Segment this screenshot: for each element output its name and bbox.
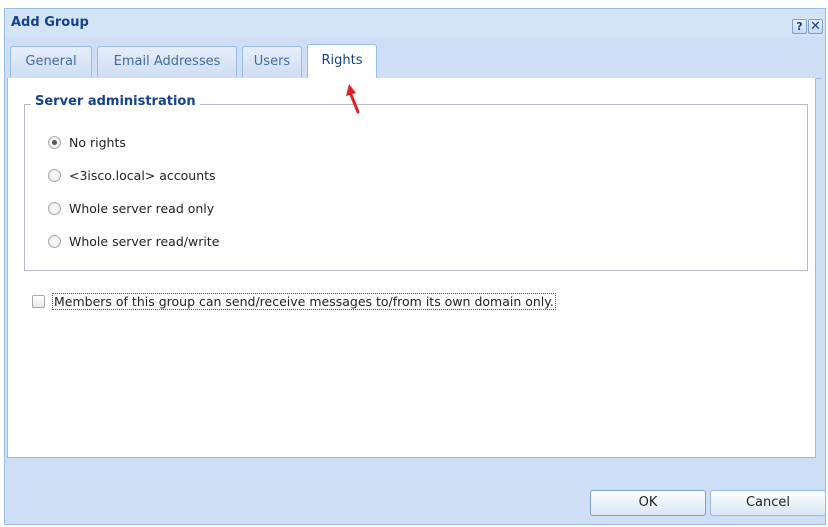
radio-button[interactable] <box>48 135 61 149</box>
dialog-titlebar[interactable]: Add Group ? ✕ <box>5 9 825 37</box>
tab-general[interactable]: General <box>10 46 92 77</box>
tab-users[interactable]: Users <box>242 46 302 77</box>
help-icon[interactable]: ? <box>792 19 807 34</box>
close-icon[interactable]: ✕ <box>808 19 823 34</box>
domain-only-label: Members of this group can send/receive m… <box>52 293 556 310</box>
radio-label: Whole server read only <box>69 200 215 216</box>
tab-email-addresses[interactable]: Email Addresses <box>97 46 237 77</box>
radio-selected-dot <box>52 139 57 145</box>
red-arrow-icon <box>346 84 360 114</box>
radio-button[interactable] <box>48 234 61 248</box>
server-administration-legend: Server administration <box>31 94 200 109</box>
radio-label: <3isco.local> accounts <box>69 167 216 183</box>
radio-button[interactable] <box>48 201 61 215</box>
radio-option-read-write[interactable]: Whole server read/write <box>48 232 219 250</box>
radio-option-no-rights[interactable]: No rights <box>48 133 126 151</box>
radio-button[interactable] <box>48 168 61 182</box>
dialog-title: Add Group <box>11 15 89 30</box>
tab-strip: General Email Addresses Users Rights <box>7 44 822 79</box>
tab-rights[interactable]: Rights <box>307 44 377 79</box>
ok-button[interactable]: OK <box>590 490 706 516</box>
radio-option-read-only[interactable]: Whole server read only <box>48 199 214 217</box>
radio-label: No rights <box>69 134 126 150</box>
domain-only-checkbox-row[interactable]: Members of this group can send/receive m… <box>32 293 556 310</box>
radio-option-domain-accounts[interactable]: <3isco.local> accounts <box>48 166 216 184</box>
radio-label: Whole server read/write <box>69 233 220 249</box>
cancel-button[interactable]: Cancel <box>710 490 826 516</box>
domain-only-checkbox[interactable] <box>32 295 45 308</box>
